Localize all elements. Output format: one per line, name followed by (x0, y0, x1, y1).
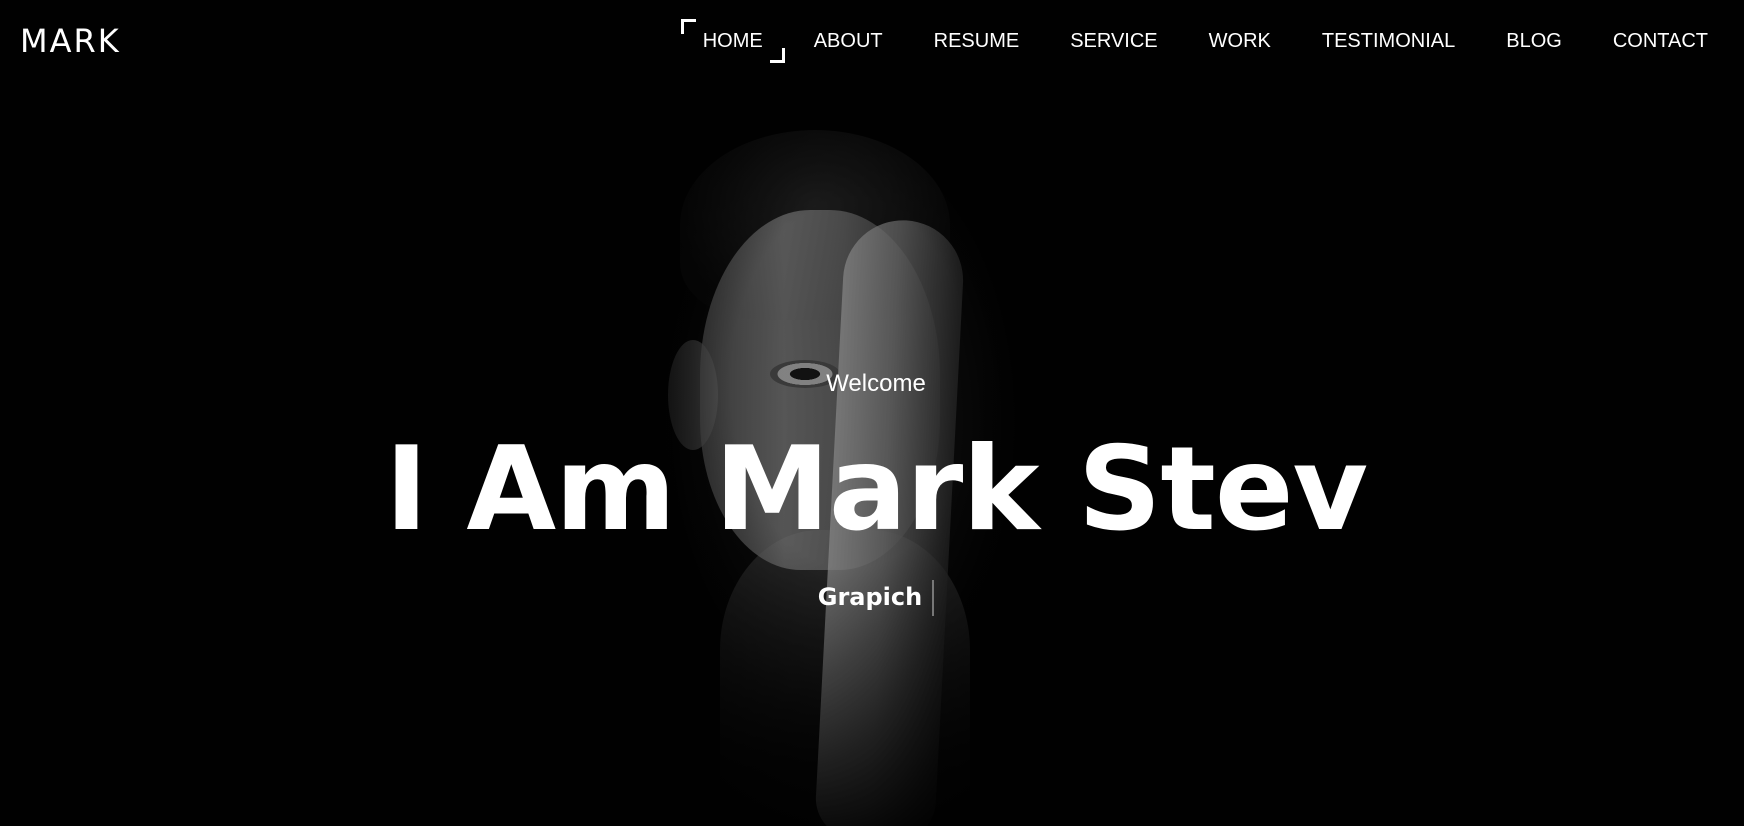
nav-about[interactable]: ABOUT (814, 30, 883, 53)
nav-resume[interactable]: RESUME (934, 30, 1020, 53)
nav-home[interactable]: HOME (680, 19, 785, 63)
hero-overlay (0, 0, 1744, 826)
welcome-text: Welcome (826, 370, 926, 397)
nav-service[interactable]: SERVICE (1070, 30, 1157, 53)
nav-blog[interactable]: BLOG (1506, 30, 1562, 53)
nav-contact[interactable]: CONTACT (1613, 30, 1708, 53)
nav-work[interactable]: WORK (1209, 30, 1271, 53)
portrait-neck (720, 530, 970, 826)
hero-title: I Am Mark Stev (384, 422, 1368, 557)
hero-page: MARK HOME ABOUT RESUME SERVICE WORK TEST… (0, 0, 1744, 826)
typing-cursor (932, 580, 935, 616)
site-logo[interactable]: MARK (20, 22, 121, 60)
nav-testimonial[interactable]: TESTIMONIAL (1322, 30, 1455, 53)
typed-line: Grapich (0, 580, 1744, 616)
typed-text: Grapich (817, 583, 923, 611)
main-nav: HOME ABOUT RESUME SERVICE WORK TESTIMONI… (680, 19, 1708, 63)
portrait-hair (680, 130, 950, 320)
